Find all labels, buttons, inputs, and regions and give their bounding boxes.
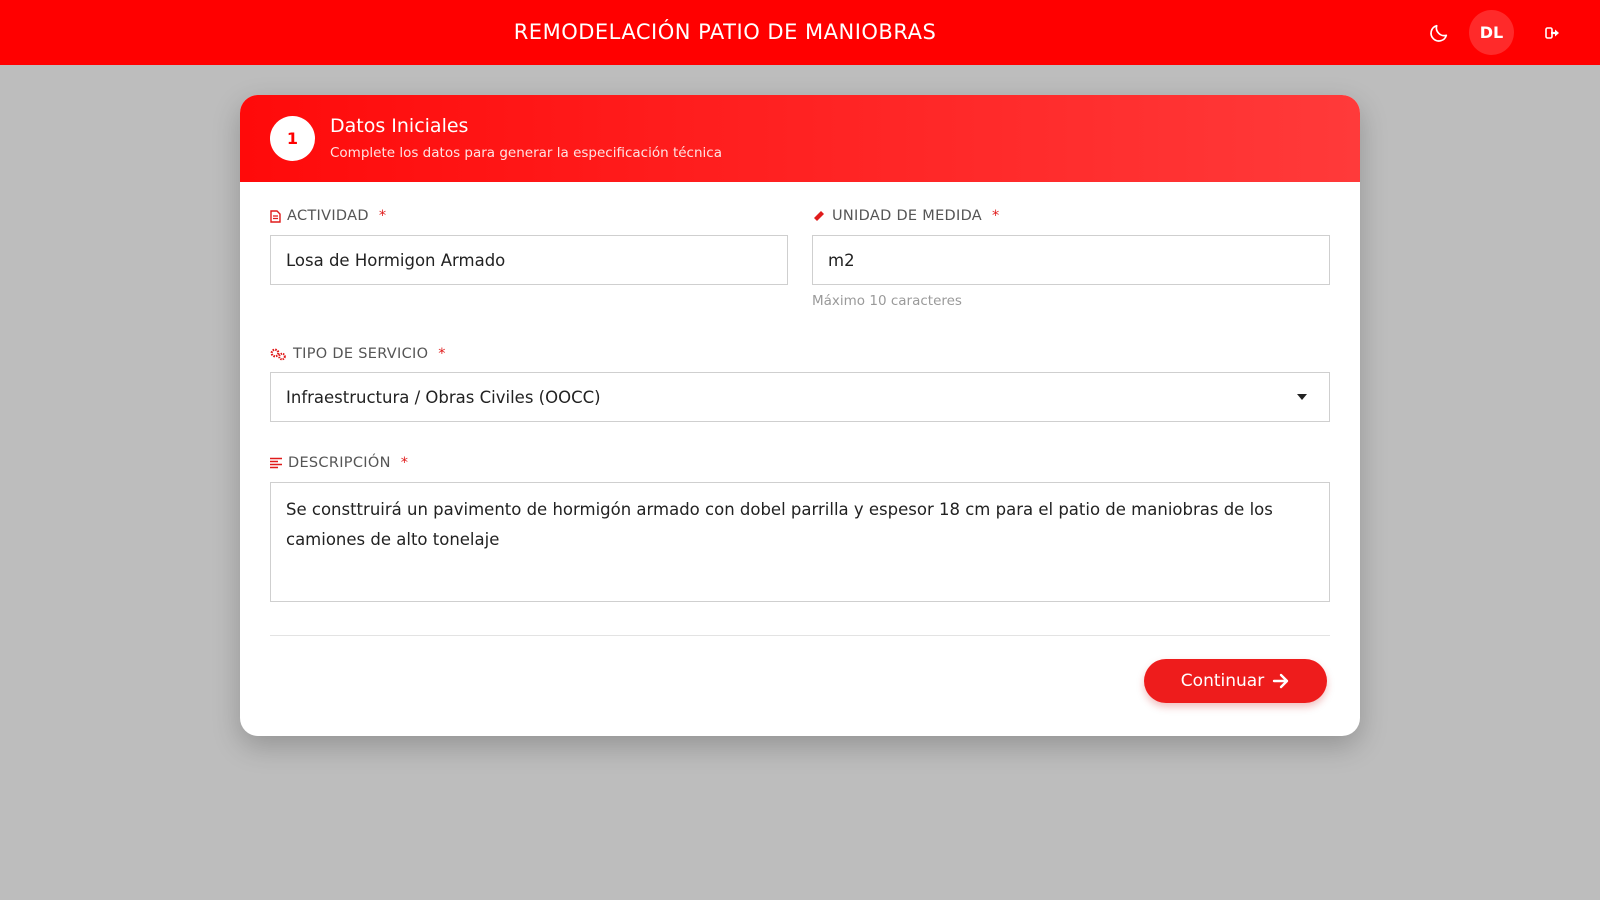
avatar[interactable]: DL xyxy=(1469,10,1514,55)
required-marker: * xyxy=(438,346,446,362)
app-title: REMODELACIÓN PATIO DE MANIOBRAS xyxy=(513,20,937,44)
unidad-input[interactable]: m2 xyxy=(812,235,1330,285)
logout-icon xyxy=(1545,27,1559,39)
unidad-label-text: UNIDAD DE MEDIDA xyxy=(832,208,983,224)
descripcion-label-text: DESCRIPCIÓN xyxy=(288,455,391,471)
logout-button[interactable] xyxy=(1542,22,1564,44)
unidad-label: UNIDAD DE MEDIDA * xyxy=(812,208,1000,224)
form-card: 1 Datos Iniciales Complete los datos par… xyxy=(240,95,1360,736)
card-subtitle: Complete los datos para generar la espec… xyxy=(330,145,722,161)
continue-button[interactable]: Continuar xyxy=(1144,659,1327,703)
divider xyxy=(270,635,1330,636)
required-marker: * xyxy=(992,208,1000,224)
top-bar: REMODELACIÓN PATIO DE MANIOBRAS DL xyxy=(0,0,1600,65)
actividad-value: Losa de Hormigon Armado xyxy=(286,250,506,270)
align-left-icon xyxy=(270,457,282,469)
descripcion-textarea[interactable]: Se consttruirá un pavimento de hormigón … xyxy=(270,482,1330,602)
actividad-label-text: ACTIVIDAD xyxy=(287,208,369,224)
moon-icon xyxy=(1430,24,1448,42)
actividad-label: ACTIVIDAD * xyxy=(270,208,386,224)
unidad-value: m2 xyxy=(828,250,855,270)
theme-toggle-button[interactable] xyxy=(1424,18,1454,48)
step-number-badge: 1 xyxy=(270,116,315,161)
required-marker: * xyxy=(400,455,409,471)
unidad-hint: Máximo 10 caracteres xyxy=(812,293,962,309)
caret-down-icon xyxy=(1297,394,1307,400)
ruler-icon xyxy=(814,211,824,221)
document-icon xyxy=(270,209,281,223)
actividad-input[interactable]: Losa de Hormigon Armado xyxy=(270,235,788,285)
required-marker: * xyxy=(378,208,387,224)
descripcion-value: Se consttruirá un pavimento de hormigón … xyxy=(286,500,1273,549)
descripcion-label: DESCRIPCIÓN * xyxy=(270,455,408,471)
tipo-servicio-label: TIPO DE SERVICIO * xyxy=(270,346,446,362)
gears-icon xyxy=(270,348,286,360)
continue-button-label: Continuar xyxy=(1180,671,1265,691)
card-header: 1 Datos Iniciales Complete los datos par… xyxy=(240,95,1360,182)
card-title: Datos Iniciales xyxy=(330,115,469,137)
tipo-servicio-value: Infraestructura / Obras Civiles (OOCC) xyxy=(286,387,601,407)
tipo-servicio-select[interactable]: Infraestructura / Obras Civiles (OOCC) xyxy=(270,372,1330,422)
tipo-servicio-label-text: TIPO DE SERVICIO xyxy=(293,346,429,362)
arrow-right-icon xyxy=(1272,673,1289,689)
